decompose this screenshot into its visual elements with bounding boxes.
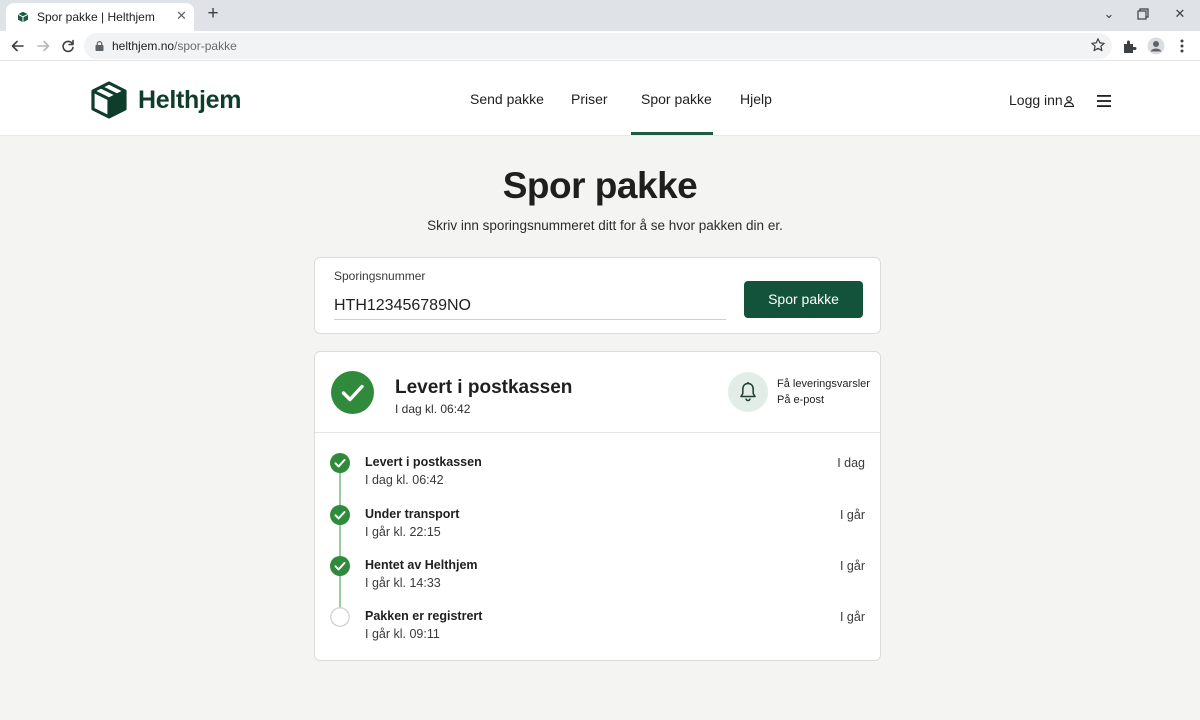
forward-icon[interactable] [34,37,52,55]
browser-tab[interactable]: Spor pakke | Helthjem ✕ [6,3,194,31]
timeline-step: Hentet av Helthjem I går kl. 14:33 I går [315,556,880,604]
site-header: Helthjem Send pakke Priser Spor pakke Hj… [0,61,1200,136]
timeline-step: Under transport I går kl. 22:15 I går [315,505,880,553]
nav-send-pakke[interactable]: Send pakke [470,91,544,107]
timeline-step-title: Under transport [365,507,460,521]
check-icon [330,505,350,525]
tracking-result-card: Levert i postkassen I dag kl. 06:42 Få l… [314,351,881,661]
timeline-step-day: I dag [837,456,865,470]
tab-search-icon[interactable]: ⌄ [1099,5,1119,23]
reload-icon[interactable] [59,37,77,55]
tracking-number-label: Sporingsnummer [334,269,426,283]
delivery-status-header: Levert i postkassen I dag kl. 06:42 Få l… [315,352,880,433]
timeline-step-day: I går [839,508,865,522]
new-tab-icon[interactable]: + [203,3,223,25]
lock-icon [95,41,104,51]
page-title: Spor pakke [502,165,698,206]
nav-priser[interactable]: Priser [571,91,608,107]
profile-icon[interactable] [1147,37,1165,55]
back-icon[interactable] [9,37,27,55]
timeline-step-day: I går [839,610,865,624]
timeline-step-time: I går kl. 22:15 [365,525,441,539]
track-package-button[interactable]: Spor pakke [744,281,863,318]
timeline-step-time: I går kl. 14:33 [365,576,441,590]
tab-close-icon[interactable]: ✕ [176,8,187,24]
restore-window-icon[interactable] [1136,7,1150,21]
tab-title: Spor pakke | Helthjem [37,10,155,24]
timeline-step: Pakken er registrert I går kl. 09:11 I g… [315,607,880,655]
check-icon [331,371,374,414]
notification-button[interactable] [728,372,768,412]
timeline-step-day: I går [839,559,865,573]
close-window-icon[interactable]: ✕ [1170,5,1190,23]
brand-name[interactable]: Helthjem [138,86,241,115]
status-title: Levert i postkassen [395,377,573,398]
status-time: I dag kl. 06:42 [395,402,471,416]
star-icon[interactable] [1090,37,1106,53]
page-subtitle: Skriv inn sporingsnummeret ditt for å se… [427,218,783,233]
timeline-step: Levert i postkassen I dag kl. 06:42 I da… [315,453,880,501]
favicon-icon [17,11,29,23]
notification-channel[interactable]: På e-post [777,394,824,406]
more-icon[interactable] [1173,37,1191,55]
timeline-step-title: Pakken er registrert [365,609,483,623]
browser-tab-strip: Spor pakke | Helthjem ✕ + ⌄ ✕ [0,0,1200,31]
nav-spor-pakke[interactable]: Spor pakke [641,91,712,107]
url-path: /spor-pakke [174,39,237,53]
box-logo-icon[interactable] [89,80,129,120]
bell-icon [740,382,756,402]
timeline-step-title: Hentet av Helthjem [365,558,478,572]
timeline-step-time: I dag kl. 06:42 [365,473,444,487]
browser-toolbar: helthjem.no/spor-pakke [0,31,1200,61]
extensions-icon[interactable] [1121,37,1139,55]
pending-step-icon [330,607,350,627]
url-host: helthjem.no [112,39,175,53]
tracking-number-input[interactable] [334,292,726,320]
user-icon[interactable] [1063,95,1075,107]
address-bar[interactable]: helthjem.no/spor-pakke [84,33,1112,59]
check-icon [330,453,350,473]
nav-hjelp[interactable]: Hjelp [740,91,772,107]
login-link[interactable]: Logg inn [1009,92,1063,108]
url-text[interactable]: helthjem.no/spor-pakke [112,39,237,53]
menu-icon[interactable] [1096,94,1112,108]
tracking-search-card: Sporingsnummer Spor pakke [314,257,881,334]
timeline-step-time: I går kl. 09:11 [365,627,440,641]
notification-label[interactable]: Få leveringsvarsler [777,378,870,390]
timeline-step-title: Levert i postkassen [365,455,482,469]
nav-active-indicator [631,132,713,135]
check-icon [330,556,350,576]
